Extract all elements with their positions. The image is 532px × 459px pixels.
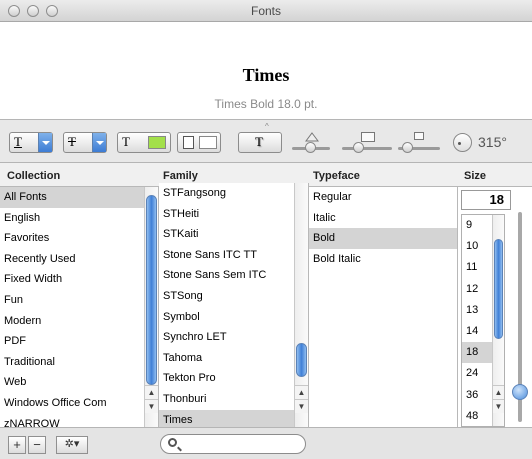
typeface-header: Typeface — [313, 170, 360, 182]
collection-item[interactable]: Modern — [0, 311, 158, 332]
collection-item[interactable]: Web — [0, 372, 158, 393]
text-color-icon: T — [122, 134, 130, 149]
document-color-swatch — [199, 136, 217, 149]
collection-item[interactable]: Fun — [0, 290, 158, 311]
scroll-down-arrow-icon[interactable]: ▼ — [493, 399, 504, 413]
collection-item[interactable]: Recently Used — [0, 249, 158, 270]
document-icon — [183, 136, 194, 149]
family-item[interactable]: Thonburi — [159, 389, 308, 410]
search-input[interactable] — [183, 437, 299, 451]
scroll-down-arrow-icon[interactable]: ▼ — [295, 399, 308, 413]
family-item[interactable]: Times — [159, 409, 308, 427]
family-scrollbar[interactable]: ▲ ▼ — [294, 183, 308, 427]
preview-font-name: Times — [242, 65, 290, 85]
size-header: Size — [464, 170, 487, 182]
size-field[interactable]: 18 — [461, 190, 511, 210]
chevron-down-icon — [38, 133, 52, 152]
shadow-opacity-knob[interactable] — [305, 142, 316, 153]
underline-popup-button[interactable]: T — [9, 132, 53, 153]
collection-item[interactable]: Fixed Width — [0, 269, 158, 290]
typeface-item[interactable]: Bold Italic — [309, 249, 457, 270]
family-item[interactable]: Synchro LET — [159, 327, 308, 348]
collection-item[interactable]: Windows Office Com — [0, 393, 158, 414]
shadow-blur-knob[interactable] — [353, 142, 364, 153]
title-bar: Fonts — [0, 0, 532, 22]
window-title: Fonts — [250, 4, 281, 18]
collection-item[interactable]: Traditional — [0, 352, 158, 373]
scroll-up-arrow-icon[interactable]: ▲ — [295, 385, 308, 399]
chevron-down-icon — [92, 133, 106, 152]
collection-header: Collection — [7, 170, 61, 182]
remove-collection-button[interactable]: − — [28, 436, 46, 454]
add-collection-button[interactable]: + — [8, 436, 26, 454]
chevron-up-icon: ^ — [265, 122, 269, 131]
collection-list[interactable]: All Fonts English Favorites Recently Used Fi… — [0, 187, 159, 427]
collection-item[interactable]: zNARROW — [0, 414, 158, 427]
action-menu-button[interactable]: ✲▾ — [56, 436, 88, 454]
family-item[interactable]: STFangsong — [159, 183, 308, 204]
collection-item[interactable]: Favorites — [0, 228, 158, 249]
shadow-blur-slider[interactable] — [342, 147, 392, 150]
strikethrough-popup-button[interactable]: T — [63, 132, 107, 153]
family-item[interactable]: STKaiti — [159, 224, 308, 245]
typeface-item[interactable]: Bold — [309, 228, 457, 249]
shadow-opacity-icon — [305, 132, 319, 142]
scroll-down-arrow-icon[interactable]: ▼ — [145, 399, 158, 413]
preview-description: Times Bold 18.0 pt. — [214, 97, 318, 111]
collection-item[interactable]: English — [0, 208, 158, 229]
collection-item[interactable]: PDF — [0, 331, 158, 352]
shadow-angle-dial[interactable] — [453, 133, 472, 152]
size-list[interactable]: 9 10 11 12 13 14 18 24 36 48 ▲ ▼ — [461, 214, 505, 427]
shadow-angle-value: 315° — [478, 134, 507, 150]
family-list[interactable]: STFangsong STHeiti STKaiti Stone Sans ITC T… — [159, 183, 309, 427]
size-scroll-thumb[interactable] — [494, 239, 503, 339]
size-slider-knob[interactable] — [512, 384, 528, 400]
strikethrough-icon: T — [68, 134, 76, 149]
footer-bar: + − ✲▾ — [0, 427, 532, 459]
effects-toolbar: T T T T ^ 315° — [0, 119, 532, 163]
family-item[interactable]: STHeiti — [159, 204, 308, 225]
family-item[interactable]: Tekton Pro — [159, 368, 308, 389]
collection-scrollbar[interactable]: ▲ ▼ — [144, 187, 158, 427]
shadow-blur-icon — [361, 132, 375, 142]
family-item[interactable]: STSong — [159, 286, 308, 307]
family-scroll-thumb[interactable] — [296, 343, 307, 377]
collection-item[interactable]: All Fonts — [0, 187, 158, 208]
shadow-offset-knob[interactable] — [402, 142, 413, 153]
text-color-swatch — [148, 136, 166, 149]
font-preview: Times Times Bold 18.0 pt. — [0, 23, 532, 119]
family-item[interactable]: Stone Sans Sem ITC — [159, 265, 308, 286]
collection-scroll-thumb[interactable] — [146, 195, 157, 385]
scroll-up-arrow-icon[interactable]: ▲ — [493, 385, 504, 399]
scroll-up-arrow-icon[interactable]: ▲ — [145, 385, 158, 399]
underline-icon: T — [14, 134, 22, 149]
size-scrollbar[interactable]: ▲ ▼ — [492, 215, 504, 426]
search-icon — [168, 438, 177, 447]
shadow-button[interactable]: T — [238, 132, 282, 153]
document-color-button[interactable] — [177, 132, 221, 153]
shadow-icon: T — [255, 134, 263, 149]
text-color-button[interactable]: T — [117, 132, 171, 153]
family-item[interactable]: Symbol — [159, 307, 308, 328]
shadow-offset-icon — [414, 132, 424, 140]
family-item[interactable]: Stone Sans ITC TT — [159, 245, 308, 266]
family-item[interactable]: Tahoma — [159, 348, 308, 369]
typeface-list[interactable]: Regular Italic Bold Bold Italic — [309, 187, 458, 427]
search-field[interactable] — [160, 434, 306, 454]
typeface-item[interactable]: Italic — [309, 208, 457, 229]
typeface-item[interactable]: Regular — [309, 187, 457, 208]
